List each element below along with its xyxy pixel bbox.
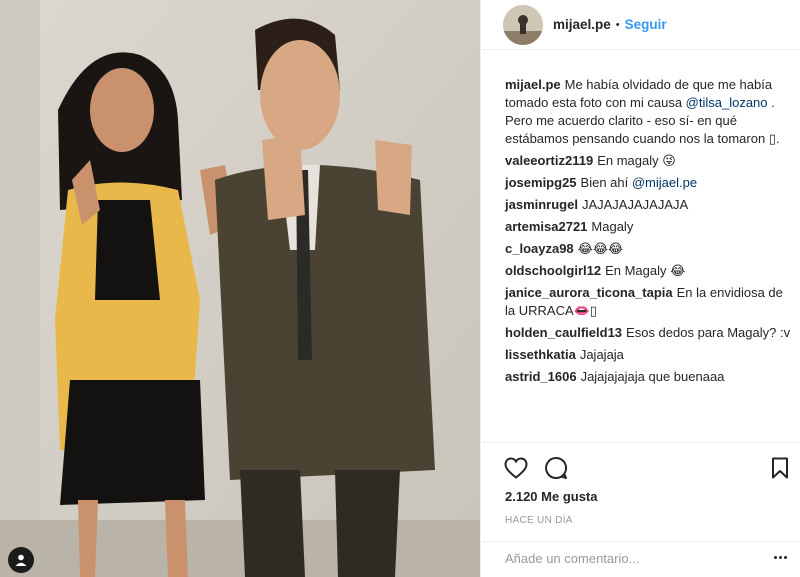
caption-username[interactable]: mijael.pe (505, 77, 561, 92)
comment-username[interactable]: c_loayza98 (505, 241, 574, 256)
header-username[interactable]: mijael.pe (553, 17, 611, 32)
comment-item: josemipg25 Bien ahí @mijael.pe (505, 174, 791, 192)
post-actions: 2.120 Me gusta HACE UN DÍA (481, 442, 800, 570)
comment-item: lissethkatia Jajajaja (505, 346, 791, 364)
comment-username[interactable]: jasminrugel (505, 197, 578, 212)
more-options-button[interactable] (774, 556, 787, 559)
post-photo-image (0, 0, 480, 577)
comment-list: mijael.pe Me había olvidado de que me hab… (505, 76, 791, 390)
avatar[interactable] (503, 4, 543, 45)
comment-item: janice_aurora_ticona_tapia En la envidios… (505, 284, 791, 320)
comment-username[interactable]: oldschoolgirl12 (505, 263, 601, 278)
post-side-panel: mijael.pe • Seguir mijael.pe Me había olv… (480, 0, 800, 577)
comment-username[interactable]: astrid_1606 (505, 369, 577, 384)
comment-item: valeeortiz2119 En magaly 😜 (505, 152, 791, 170)
comment-username[interactable]: artemisa2721 (505, 219, 587, 234)
user-tag-badge[interactable] (8, 547, 34, 573)
comment-text: Jajajaja (579, 347, 624, 362)
add-comment-bar (481, 541, 800, 577)
comment-username[interactable]: josemipg25 (505, 175, 577, 190)
comment-text: Jajajajajaja que buenaaa (580, 369, 725, 384)
comment-item: holden_caulfield13 Esos dedos para Magaly… (505, 324, 791, 342)
comment-text: En magaly 😜 (597, 153, 676, 168)
comment-text: 😂😂😂 (577, 241, 624, 256)
post-photo[interactable] (0, 0, 480, 577)
comment-text: Esos dedos para Magaly? :v (626, 325, 791, 340)
comment-mention[interactable]: @mijael.pe (632, 175, 697, 190)
save-button[interactable] (767, 455, 793, 481)
comment-text: Magaly (591, 219, 634, 234)
post-timestamp[interactable]: HACE UN DÍA (505, 515, 573, 526)
comment-username[interactable]: valeeortiz2119 (505, 153, 593, 168)
comment-text: JAJAJAJAJAJAJA (581, 197, 689, 212)
post-caption: mijael.pe Me había olvidado de que me hab… (505, 76, 791, 148)
comment-text: En Magaly 😂 (605, 263, 686, 278)
comment-item: artemisa2721 Magaly (505, 218, 791, 236)
comment-input[interactable] (505, 551, 755, 566)
more-dot (784, 556, 787, 559)
comment-item: astrid_1606 Jajajajajaja que buenaaa (505, 368, 791, 386)
comment-button[interactable] (543, 455, 569, 481)
bookmark-icon (772, 457, 788, 479)
comment-username[interactable]: janice_aurora_ticona_tapia (505, 285, 673, 300)
comment-text: Bien ahí (580, 175, 632, 190)
caption-mention[interactable]: @tilsa_lozano (686, 95, 768, 110)
comment-username[interactable]: lissethkatia (505, 347, 576, 362)
post-header: mijael.pe • Seguir (481, 0, 800, 50)
heart-icon (504, 457, 528, 479)
follow-button[interactable]: Seguir (625, 17, 667, 32)
user-tag-icon (15, 554, 27, 566)
more-dot (779, 556, 782, 559)
like-button[interactable] (503, 455, 529, 481)
comment-username[interactable]: holden_caulfield13 (505, 325, 622, 340)
header-separator: • (615, 18, 620, 31)
comment-bubble-icon (545, 456, 568, 479)
comment-item: c_loayza98 😂😂😂 (505, 240, 791, 258)
comment-item: oldschoolgirl12 En Magaly 😂 (505, 262, 791, 280)
comment-item: jasminrugel JAJAJAJAJAJAJA (505, 196, 791, 214)
more-dot (774, 556, 777, 559)
like-count[interactable]: 2.120 Me gusta (505, 489, 598, 504)
